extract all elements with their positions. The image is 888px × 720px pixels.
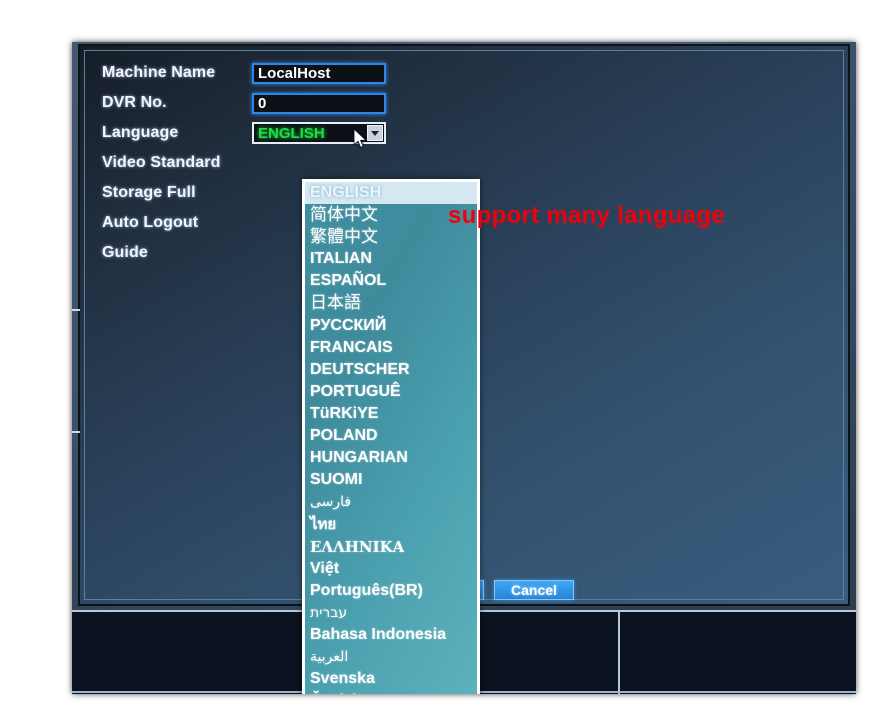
row-guide: Guide <box>102 240 252 266</box>
language-option[interactable]: DEUTSCHER <box>305 359 477 381</box>
row-auto-logout: Auto Logout <box>102 210 252 236</box>
language-option[interactable]: ΕΛΛΗΝΙΚΑ <box>305 536 477 558</box>
language-option[interactable]: HUNGARIAN <box>305 447 477 469</box>
label-language: Language <box>102 124 179 141</box>
cancel-button[interactable]: Cancel <box>494 580 574 600</box>
bezel-mark-upper <box>72 309 80 311</box>
language-option[interactable]: ESPAÑOL <box>305 270 477 292</box>
language-option[interactable]: עברית <box>305 602 477 624</box>
label-storage-full: Storage Full <box>102 184 196 201</box>
machine-name-input[interactable]: LocalHost <box>252 62 386 84</box>
language-option[interactable]: ITALIAN <box>305 248 477 270</box>
language-option[interactable]: České <box>305 690 477 694</box>
language-option[interactable]: العربية <box>305 646 477 668</box>
language-option[interactable]: TüRKiYE <box>305 403 477 425</box>
language-combobox-value: ENGLISH <box>258 124 325 142</box>
language-option[interactable]: Português(BR) <box>305 580 477 602</box>
row-video-standard: Video Standard <box>102 150 252 176</box>
label-guide: Guide <box>102 244 148 261</box>
language-dropdown-list[interactable]: ENGLISH 简体中文 繁體中文 ITALIAN ESPAÑOL 日本語 РУССКИЙ F… <box>302 179 480 694</box>
language-option[interactable]: РУССКИЙ <box>305 315 477 337</box>
dvr-no-input[interactable]: 0 <box>252 92 386 114</box>
annotation-text: support many language <box>448 202 726 229</box>
language-option[interactable]: SUOMI <box>305 469 477 491</box>
chevron-down-glyph <box>371 130 379 136</box>
dvr-screen: Machine Name LocalHost DVR No. 0 Languag… <box>72 42 856 694</box>
language-option[interactable]: فارسی <box>305 491 477 513</box>
row-language: Language ENGLISH <box>102 120 386 146</box>
quad-divider-2 <box>618 612 620 694</box>
language-option[interactable]: FRANCAIS <box>305 337 477 359</box>
row-machine-name: Machine Name LocalHost <box>102 60 386 86</box>
chevron-down-icon[interactable] <box>367 125 383 141</box>
label-machine-name: Machine Name <box>102 64 216 81</box>
language-option[interactable]: ENGLISH <box>305 182 477 205</box>
mouse-pointer-icon <box>354 129 368 149</box>
language-option[interactable]: POLAND <box>305 425 477 447</box>
bezel-mark-lower <box>72 431 80 433</box>
language-option[interactable]: Việt <box>305 558 477 580</box>
language-option[interactable]: Svenska <box>305 668 477 690</box>
label-auto-logout: Auto Logout <box>102 214 199 231</box>
language-option[interactable]: Bahasa Indonesia <box>305 624 477 646</box>
label-video-standard: Video Standard <box>102 154 221 171</box>
row-storage-full: Storage Full <box>102 180 252 206</box>
label-dvr-no: DVR No. <box>102 94 167 111</box>
language-option[interactable]: ไทย <box>305 513 477 535</box>
monitor-photo: Machine Name LocalHost DVR No. 0 Languag… <box>0 0 888 720</box>
language-option[interactable]: 日本語 <box>305 292 477 314</box>
row-dvr-no: DVR No. 0 <box>102 90 386 116</box>
language-option[interactable]: PORTUGUÊ <box>305 381 477 403</box>
